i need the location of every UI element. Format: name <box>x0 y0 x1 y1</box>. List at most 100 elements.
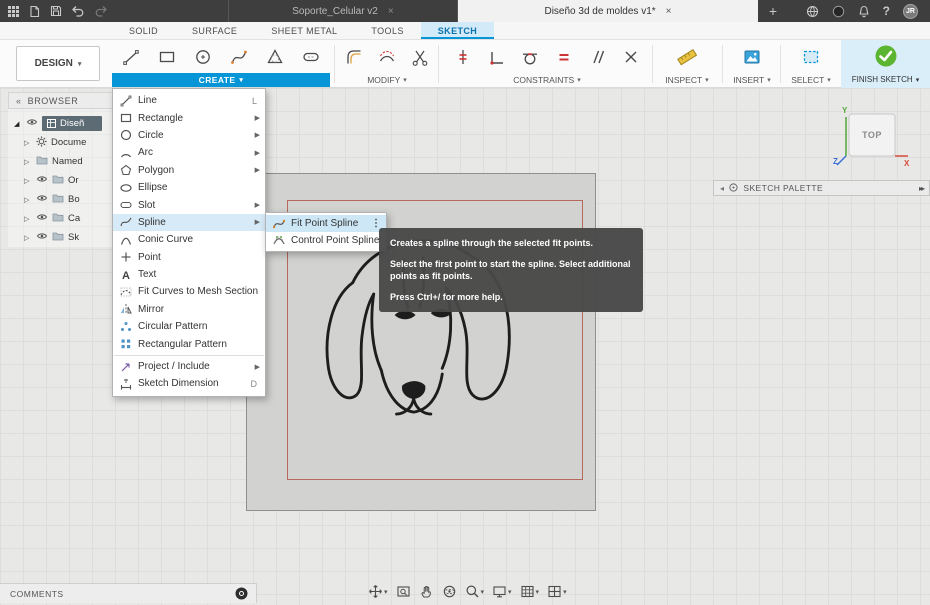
tab-sheet-metal[interactable]: SHEET METAL <box>254 22 354 39</box>
options-kebab-icon[interactable]: ⋮ <box>371 218 381 229</box>
measure-ruler-icon[interactable] <box>672 43 702 71</box>
insert-image-icon[interactable] <box>737 43 767 71</box>
expand-arrow-icon[interactable]: ▷ <box>24 158 32 166</box>
constraints-dropdown[interactable]: CONSTRAINTS ▾ <box>448 73 646 86</box>
expand-arrow-icon[interactable]: ▷ <box>24 215 32 223</box>
grid-snaps-tool[interactable]: ▾ <box>520 584 540 599</box>
tab-solid[interactable]: SOLID <box>112 22 175 39</box>
fillet-tool-icon[interactable] <box>342 43 367 71</box>
menu-item-rectangle[interactable]: Rectangle ▶ <box>113 109 265 126</box>
comments-badge-icon[interactable] <box>235 587 248 600</box>
tangent-constraint-icon[interactable] <box>515 43 545 71</box>
menu-item-circle[interactable]: Circle ▶ <box>113 127 265 144</box>
selected-document-node[interactable]: Diseñ <box>42 116 102 131</box>
line-tool-icon[interactable] <box>116 43 146 71</box>
menu-item-fit-point-spline[interactable]: Fit Point Spline ⋮ <box>266 215 386 232</box>
collapse-panel-icon[interactable]: « <box>16 96 22 106</box>
comments-bar[interactable]: COMMENTS <box>0 583 257 603</box>
app-grid-menu-icon[interactable] <box>8 6 19 17</box>
extensions-icon[interactable] <box>806 5 819 18</box>
comments-title: COMMENTS <box>10 589 64 599</box>
menu-item-slot[interactable]: Slot ▶ <box>113 196 265 213</box>
expand-arrow-icon[interactable]: ◢ <box>14 120 22 128</box>
close-tab-icon[interactable]: × <box>666 6 672 17</box>
chevron-down-icon: ▾ <box>481 588 485 596</box>
design-workspace-button[interactable]: DESIGN ▾ <box>16 46 100 81</box>
menu-item-project-include[interactable]: Project / Include ▶ <box>113 358 265 375</box>
offset-tool-icon[interactable] <box>375 43 400 71</box>
sketch-palette-header[interactable]: ◂ SKETCH PALETTE ▸▸ <box>713 180 930 196</box>
pan-tool[interactable]: ▾ <box>368 584 388 599</box>
trim-scissors-icon[interactable] <box>407 43 432 71</box>
expand-arrow-icon[interactable]: ▷ <box>24 234 32 242</box>
expand-arrow-icon[interactable]: ▷ <box>24 177 32 185</box>
finish-sketch-button[interactable]: FINISH SKETCH ▾ <box>841 40 930 88</box>
modify-dropdown[interactable]: MODIFY ▾ <box>342 73 432 86</box>
help-icon[interactable]: ? <box>883 4 890 18</box>
toolbar: DESIGN ▾ CREATE ▾ <box>0 40 930 88</box>
menu-item-sketch-dimension[interactable]: Sketch Dimension D <box>113 375 265 392</box>
menu-item-control-point-spline[interactable]: Control Point Spline <box>266 232 386 249</box>
save-icon[interactable] <box>50 5 62 17</box>
select-dropdown[interactable]: SELECT ▾ <box>784 73 838 86</box>
palette-circle-icon <box>729 183 738 194</box>
orbit-tool[interactable] <box>442 584 457 599</box>
menu-item-arc[interactable]: Arc ▶ <box>113 144 265 161</box>
spline-tool-icon[interactable] <box>224 43 254 71</box>
circle-tool-icon[interactable] <box>188 43 218 71</box>
close-tab-icon[interactable]: × <box>388 6 394 17</box>
perpendicular-constraint-icon[interactable] <box>616 43 646 71</box>
document-tab-inactive[interactable]: Soporte_Celular v2 × <box>228 0 458 22</box>
insert-dropdown[interactable]: INSERT ▾ <box>726 73 778 86</box>
job-status-icon[interactable] <box>832 5 845 18</box>
visibility-eye-icon[interactable] <box>26 117 38 130</box>
equal-constraint-icon[interactable] <box>549 43 579 71</box>
rectangle-tool-icon[interactable] <box>152 43 182 71</box>
folder-icon <box>52 212 64 225</box>
create-dropdown[interactable]: CREATE ▾ <box>112 73 330 87</box>
menu-item-spline[interactable]: Spline ▶ <box>113 214 265 231</box>
coincident-constraint-icon[interactable] <box>448 43 478 71</box>
new-document-tab-button[interactable]: + <box>758 0 788 22</box>
menu-item-ellipse[interactable]: Ellipse <box>113 179 265 196</box>
visibility-eye-icon[interactable] <box>36 193 48 206</box>
expand-right-icon[interactable]: ▸▸ <box>919 184 923 193</box>
menu-item-mirror[interactable]: Mirror <box>113 301 265 318</box>
undo-icon[interactable] <box>71 5 85 17</box>
menu-item-text[interactable]: A Text <box>113 266 265 283</box>
pan-hand-tool[interactable] <box>419 584 434 599</box>
select-window-icon[interactable] <box>796 43 826 71</box>
viewcube[interactable]: Y TOP X Z <box>832 104 912 172</box>
tab-tools[interactable]: TOOLS <box>354 22 420 39</box>
document-tab-active[interactable]: Diseño 3d de moldes v1* × <box>458 0 758 22</box>
tab-surface[interactable]: SURFACE <box>175 22 254 39</box>
expand-arrow-icon[interactable]: ▷ <box>24 196 32 204</box>
notifications-bell-icon[interactable] <box>858 5 870 18</box>
redo-icon[interactable] <box>94 5 108 17</box>
menu-item-polygon[interactable]: Polygon ▶ <box>113 162 265 179</box>
submenu-arrow-icon: ▶ <box>255 363 260 371</box>
menu-item-rectangular-pattern[interactable]: Rectangular Pattern <box>113 335 265 352</box>
avatar[interactable]: JR <box>903 4 918 19</box>
menu-item-fit-curves-to-mesh[interactable]: Fit Curves to Mesh Section <box>113 283 265 300</box>
visibility-eye-icon[interactable] <box>36 174 48 187</box>
tab-sketch[interactable]: SKETCH <box>421 22 494 39</box>
inspect-dropdown[interactable]: INSPECT ▾ <box>652 73 722 86</box>
file-menu-icon[interactable] <box>28 5 41 18</box>
expand-arrow-icon[interactable]: ▷ <box>24 139 32 147</box>
display-settings-tool[interactable]: ▾ <box>492 584 512 599</box>
menu-item-conic-curve[interactable]: Conic Curve <box>113 231 265 248</box>
insert-tool-icons <box>726 43 778 71</box>
polygon-tool-icon[interactable] <box>260 43 290 71</box>
visibility-eye-icon[interactable] <box>36 231 48 244</box>
visibility-eye-icon[interactable] <box>36 212 48 225</box>
parallel-constraint-icon[interactable] <box>582 43 612 71</box>
viewports-tool[interactable]: ▾ <box>547 584 567 599</box>
zoom-tool[interactable]: ▾ <box>465 584 485 599</box>
slot-tool-icon[interactable] <box>296 43 326 71</box>
menu-item-circular-pattern[interactable]: Circular Pattern <box>113 318 265 335</box>
menu-item-point[interactable]: Point <box>113 249 265 266</box>
menu-item-line[interactable]: Line L <box>113 92 265 109</box>
horizontal-vertical-constraint-icon[interactable] <box>482 43 512 71</box>
fit-view-tool[interactable] <box>396 584 411 599</box>
